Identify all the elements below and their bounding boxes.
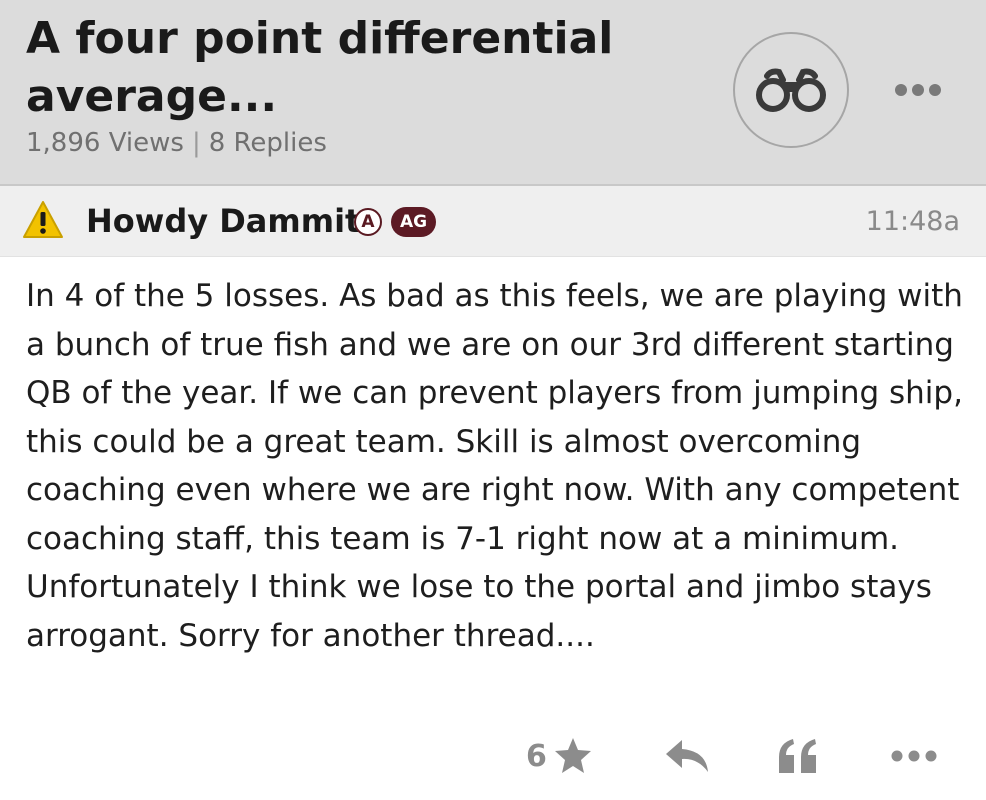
thread-title: A four point differential average... [26, 13, 614, 122]
views-count: 1,896 Views [26, 128, 184, 158]
thread-more-button[interactable] [888, 70, 948, 110]
post-author[interactable]: Howdy Dammit [86, 202, 360, 240]
more-dots-icon [891, 750, 937, 762]
watch-thread-button[interactable] [733, 32, 849, 148]
star-count: 6 [526, 738, 547, 774]
stats-separator: | [191, 128, 201, 158]
post-body: In 4 of the 5 losses. As bad as this fee… [26, 278, 963, 654]
star-button[interactable]: 6 [526, 728, 593, 784]
post-time: 11:48a [865, 206, 960, 237]
quote-icon [779, 739, 816, 773]
binoculars-icon [756, 68, 826, 112]
reply-icon [666, 740, 708, 772]
badge-a: A [354, 208, 382, 236]
star-icon [554, 738, 591, 773]
replies-count: 8 Replies [208, 128, 327, 158]
thread-header: A four point differential average... 1,8… [0, 0, 986, 186]
more-dots-icon [895, 84, 941, 96]
warning-icon [22, 200, 64, 244]
reply-button[interactable] [664, 728, 710, 784]
post-more-button[interactable] [890, 728, 938, 784]
quote-button[interactable] [777, 728, 819, 784]
thread-stats: 1,896 Views | 8 Replies [26, 128, 327, 158]
post-actions: 6 [0, 728, 986, 788]
post-header: Howdy Dammit A AG 11:48a [0, 186, 986, 257]
badge-ag: AG [391, 207, 437, 237]
